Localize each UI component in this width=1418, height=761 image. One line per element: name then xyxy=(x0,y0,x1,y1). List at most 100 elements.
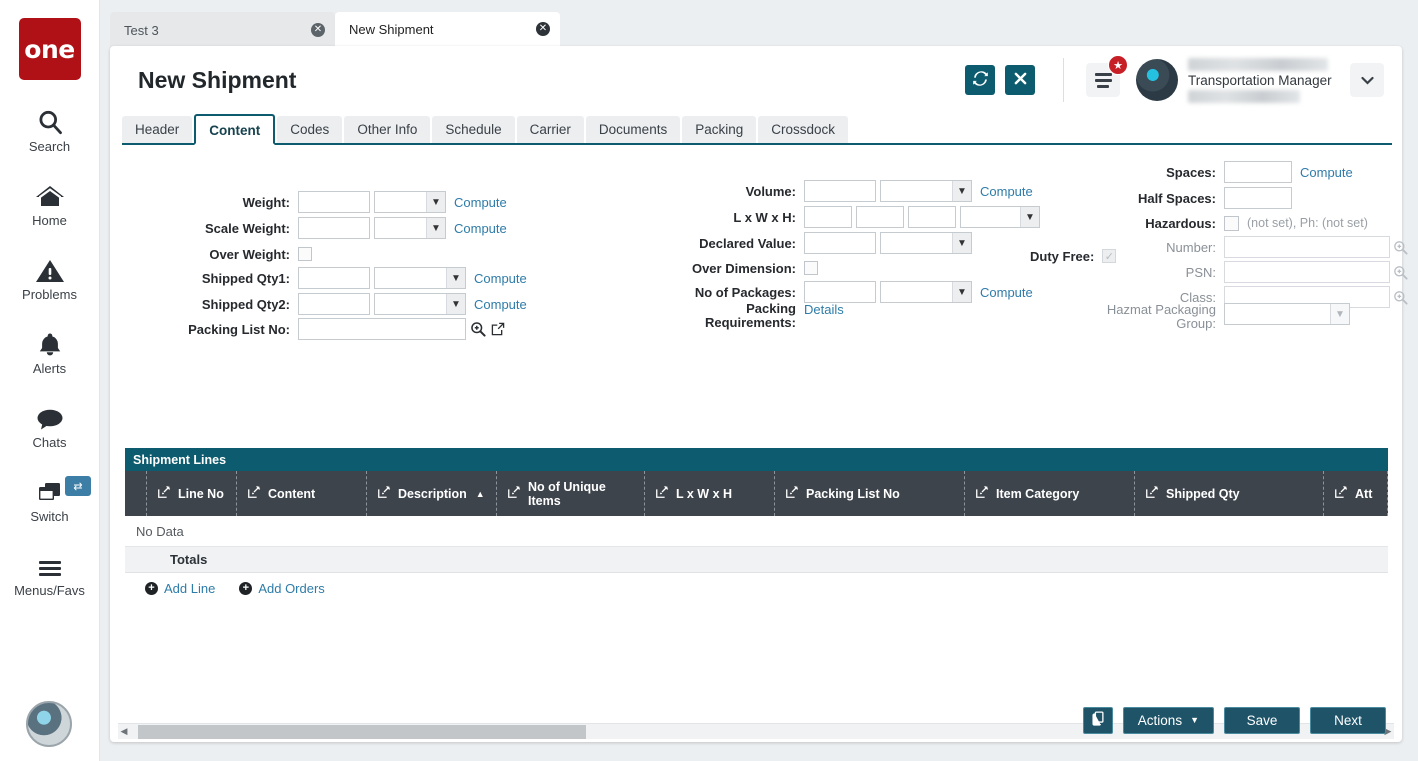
packing-list-no-input[interactable] xyxy=(298,318,466,340)
switch-toggle-badge-icon[interactable]: ⇄ xyxy=(65,476,91,496)
edit-pencil-icon xyxy=(785,485,799,502)
workspace-tab-test-3[interactable]: Test 3 ✕ xyxy=(110,12,335,48)
grid-col-shipped-qty[interactable]: Shipped Qty xyxy=(1135,471,1324,516)
volume-uom-select[interactable]: ▼ xyxy=(880,180,972,202)
hazmat-packaging-group-select[interactable]: ▼ xyxy=(1224,303,1350,325)
volume-compute-link[interactable]: Compute xyxy=(980,184,1033,199)
actions-dropdown-button[interactable]: Actions ▼ xyxy=(1123,707,1214,734)
tab-codes[interactable]: Codes xyxy=(277,116,342,143)
declared-value-input[interactable] xyxy=(804,232,876,254)
magnifier-icon[interactable] xyxy=(1393,265,1408,280)
user-menu-button[interactable] xyxy=(1350,63,1384,97)
spaces-input[interactable] xyxy=(1224,161,1292,183)
save-label: Save xyxy=(1247,713,1278,728)
scale-weight-uom-select[interactable]: ▼ xyxy=(374,217,446,239)
no-of-packages-uom-select[interactable]: ▼ xyxy=(880,281,972,303)
hazmat-psn-input[interactable] xyxy=(1224,261,1390,283)
notifications-menu-button[interactable]: ★ xyxy=(1086,63,1120,97)
close-icon[interactable]: ✕ xyxy=(536,22,550,36)
magnifier-icon[interactable] xyxy=(470,321,486,337)
field-duty-free: Duty Free: ✓ xyxy=(1030,245,1116,267)
sidebar-item-home[interactable]: Home xyxy=(0,176,99,228)
scale-weight-input[interactable] xyxy=(298,217,370,239)
field-volume: Volume: ▼ Compute xyxy=(670,180,1033,202)
shipped-qty2-compute-link[interactable]: Compute xyxy=(474,297,527,312)
weight-compute-link[interactable]: Compute xyxy=(454,195,507,210)
half-spaces-input[interactable] xyxy=(1224,187,1292,209)
tab-header[interactable]: Header xyxy=(122,116,192,143)
tab-content[interactable]: Content xyxy=(194,114,275,145)
next-button[interactable]: Next xyxy=(1310,707,1386,734)
hazmat-number-input[interactable] xyxy=(1224,236,1390,258)
sidebar-item-alerts[interactable]: Alerts xyxy=(0,324,99,376)
field-over-weight: Over Weight: xyxy=(178,243,312,265)
sidebar-item-switch[interactable]: ⇄ Switch xyxy=(0,472,99,524)
shipped-qty2-uom-select[interactable]: ▼ xyxy=(374,293,466,315)
chevron-down-icon: ▼ xyxy=(446,268,465,288)
shipped-qty2-input[interactable] xyxy=(298,293,370,315)
hazardous-checkbox[interactable] xyxy=(1224,216,1239,231)
shipped-qty1-uom-select[interactable]: ▼ xyxy=(374,267,466,289)
sidebar-item-chats[interactable]: Chats xyxy=(0,398,99,450)
magnifier-icon[interactable] xyxy=(1393,290,1408,305)
add-line-button[interactable]: + Add Line xyxy=(145,581,215,596)
shipped-qty1-input[interactable] xyxy=(298,267,370,289)
grid-col-line-no[interactable]: Line No xyxy=(147,471,237,516)
grid-col-packing-list-no[interactable]: Packing List No xyxy=(775,471,965,516)
copy-button[interactable] xyxy=(1083,707,1113,734)
warning-triangle-icon xyxy=(35,250,65,284)
edit-pencil-icon xyxy=(247,485,261,502)
workspace-tab-new-shipment[interactable]: New Shipment ✕ xyxy=(335,12,560,48)
tab-documents[interactable]: Documents xyxy=(586,116,680,143)
grid-col-description[interactable]: Description ▲ xyxy=(367,471,497,516)
grid-action-bar: + Add Line + Add Orders xyxy=(125,573,1402,603)
sidebar-item-problems[interactable]: Problems xyxy=(0,250,99,302)
tab-crossdock[interactable]: Crossdock xyxy=(758,116,848,143)
shipped-qty1-compute-link[interactable]: Compute xyxy=(474,271,527,286)
open-external-icon[interactable] xyxy=(491,322,505,336)
sort-ascending-icon: ▲ xyxy=(476,489,485,499)
grid-col-attachments[interactable]: Att xyxy=(1324,471,1388,516)
declared-value-currency-select[interactable]: ▼ xyxy=(880,232,972,254)
grid-col-content[interactable]: Content xyxy=(237,471,367,516)
height-input[interactable] xyxy=(908,206,956,228)
field-spaces: Spaces: Compute xyxy=(1120,161,1353,183)
weight-input[interactable] xyxy=(298,191,370,213)
volume-input[interactable] xyxy=(804,180,876,202)
no-of-packages-input[interactable] xyxy=(804,281,876,303)
spaces-compute-link[interactable]: Compute xyxy=(1300,165,1353,180)
weight-uom-select[interactable]: ▼ xyxy=(374,191,446,213)
magnifier-icon[interactable] xyxy=(1393,240,1408,255)
packing-requirements-details-link[interactable]: Details xyxy=(804,302,844,317)
tab-other-info[interactable]: Other Info xyxy=(344,116,430,143)
refresh-button[interactable] xyxy=(965,65,995,95)
grid-col-item-category[interactable]: Item Category xyxy=(965,471,1135,516)
one-network-logo[interactable]: one xyxy=(19,18,81,80)
grid-col-label: Description xyxy=(398,487,467,501)
tab-packing[interactable]: Packing xyxy=(682,116,756,143)
field-shipped-qty2: Shipped Qty2: ▼ Compute xyxy=(178,293,527,315)
duty-free-checkbox: ✓ xyxy=(1102,249,1116,263)
rail-user-avatar[interactable] xyxy=(26,701,72,747)
field-label: PSN: xyxy=(1120,265,1216,280)
grid-col-no-of-unique-items[interactable]: No of Unique Items xyxy=(497,471,645,516)
no-of-packages-compute-link[interactable]: Compute xyxy=(980,285,1033,300)
width-input[interactable] xyxy=(856,206,904,228)
avatar[interactable] xyxy=(1136,59,1178,101)
length-input[interactable] xyxy=(804,206,852,228)
close-button[interactable] xyxy=(1005,65,1035,95)
add-orders-button[interactable]: + Add Orders xyxy=(239,581,324,596)
tab-schedule[interactable]: Schedule xyxy=(432,116,514,143)
status-badge: ★ xyxy=(1108,55,1128,75)
lwh-uom-select[interactable]: ▼ xyxy=(960,206,1040,228)
over-dimension-checkbox[interactable] xyxy=(804,261,818,275)
sidebar-item-menus-favs[interactable]: Menus/Favs xyxy=(0,546,99,598)
tab-carrier[interactable]: Carrier xyxy=(517,116,584,143)
grid-col-lwh[interactable]: L x W x H xyxy=(645,471,775,516)
save-button[interactable]: Save xyxy=(1224,707,1300,734)
scale-weight-compute-link[interactable]: Compute xyxy=(454,221,507,236)
edit-pencil-icon xyxy=(1334,485,1348,502)
close-icon[interactable]: ✕ xyxy=(311,23,325,37)
sidebar-item-search[interactable]: Search xyxy=(0,102,99,154)
over-weight-checkbox[interactable] xyxy=(298,247,312,261)
